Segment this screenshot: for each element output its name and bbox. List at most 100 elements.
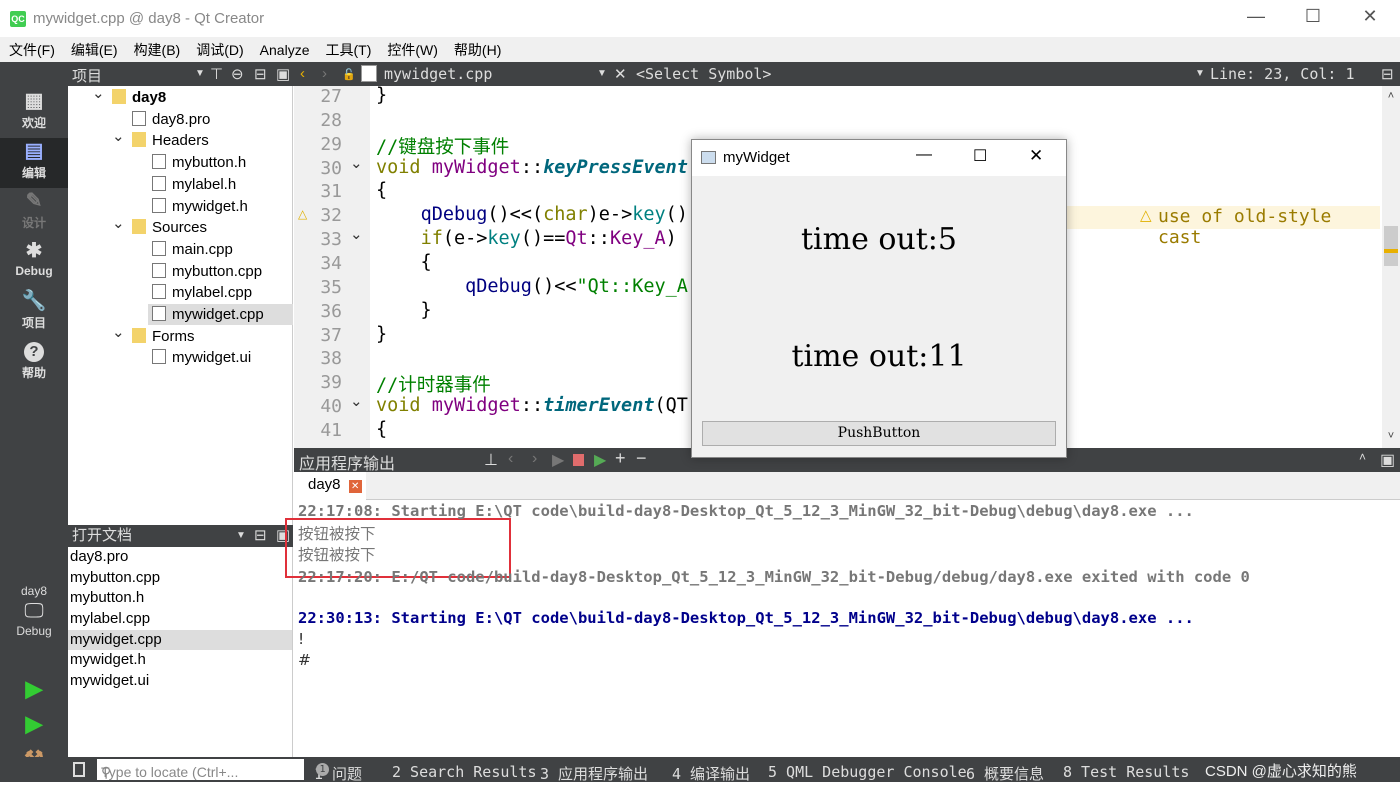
cursor-position[interactable]: Line: 23, Col: 1 — [1210, 65, 1355, 83]
chevron-down-icon[interactable]: ▼ — [1195, 68, 1205, 79]
menu-item[interactable]: 调试(D) — [187, 40, 250, 60]
tree-item[interactable]: mywidget.cpp — [148, 304, 293, 325]
tree-item[interactable]: mywidget.ui — [152, 347, 251, 368]
chevron-down-icon[interactable]: ⌄ — [112, 126, 125, 147]
tree-item[interactable]: mybutton.cpp — [152, 261, 262, 282]
stop-icon[interactable] — [573, 454, 584, 466]
mode-help[interactable]: ? 帮助 — [0, 338, 68, 388]
previous-icon[interactable]: ‹ — [508, 450, 513, 468]
open-document-item[interactable]: mywidget.ui — [68, 671, 292, 692]
wrench-icon: 🔧 — [21, 290, 47, 312]
fold-chevron-icon[interactable]: ⌄ — [350, 154, 363, 172]
back-icon[interactable]: ‹ — [300, 65, 305, 82]
menu-item[interactable]: 编辑(E) — [62, 40, 125, 60]
fold-chevron-icon[interactable]: ⌄ — [350, 225, 363, 243]
maximize-button[interactable]: ☐ — [973, 146, 987, 166]
open-document-item[interactable]: mywidget.cpp — [68, 629, 292, 651]
open-documents-list: day8.pro mybutton.cpp mybutton.h mylabel.cp… — [68, 547, 293, 757]
mode-edit[interactable]: ▤ 编辑 — [0, 138, 68, 188]
tree-item[interactable]: mylabel.cpp — [152, 282, 252, 303]
tab-label: 4 编译输出 — [672, 765, 751, 783]
close-file-icon[interactable]: ✕ — [614, 65, 627, 83]
link-icon[interactable]: ⊖ — [231, 65, 244, 83]
tree-item[interactable]: ⌄ Headers — [112, 128, 209, 151]
toggle-sidebar-icon[interactable] — [73, 762, 85, 777]
mode-pencil[interactable]: ✎ 设计 — [0, 188, 68, 238]
mode-grid[interactable]: ▦ 欢迎 — [0, 88, 68, 138]
run-icon[interactable]: ▶ — [552, 450, 564, 470]
menu-item[interactable]: 文件(F) — [0, 40, 62, 60]
open-document-item[interactable]: mybutton.h — [68, 588, 292, 609]
chevron-down-icon[interactable]: ⌄ — [92, 83, 105, 104]
menu-item[interactable]: 控件(W) — [378, 40, 445, 60]
editor-scrollbar[interactable]: ˄ ˅ — [1382, 86, 1400, 448]
menu-item[interactable]: Analyze — [251, 42, 317, 58]
line-number: 37 — [320, 324, 342, 346]
locate-input[interactable]: ⚲ Type to locate (Ctrl+... — [97, 759, 304, 780]
tree-item[interactable]: main.cpp — [152, 239, 233, 260]
mode-wrench[interactable]: 🔧 项目 — [0, 288, 68, 338]
monitor-icon: 🖵 — [24, 600, 44, 622]
tree-item[interactable]: ⌄ Forms — [112, 324, 195, 347]
application-output[interactable]: 22:17:08: Starting E:\QT code\build-day8… — [285, 500, 1400, 757]
split-icon[interactable]: ⊟ — [254, 65, 267, 83]
zoom-in-icon[interactable]: + — [615, 448, 626, 469]
close-panel-icon[interactable]: ▣ — [276, 65, 290, 83]
tree-item[interactable]: mybutton.h — [152, 152, 246, 173]
mode-label: 项目 — [21, 316, 46, 330]
menu-item[interactable]: 帮助(H) — [445, 40, 508, 60]
fold-chevron-icon[interactable]: ⌄ — [350, 392, 363, 410]
mode-bug[interactable]: ✱ Debug — [0, 238, 68, 288]
filter-icon[interactable]: ⊤ — [210, 65, 223, 83]
close-button[interactable]: ✕ — [1029, 146, 1043, 166]
symbol-selector[interactable]: <Select Symbol> — [636, 65, 771, 83]
zoom-out-icon[interactable]: − — [636, 448, 647, 469]
kit-selector[interactable]: day8 🖵 Debug — [0, 584, 68, 638]
tree-item[interactable]: mylabel.h — [152, 174, 236, 195]
tree-item[interactable]: day8.pro — [132, 109, 210, 130]
forward-icon[interactable]: › — [322, 65, 327, 82]
code-line: qDebug()<<"Qt::Key_A — [376, 276, 688, 297]
code-token: Key_A — [609, 228, 666, 250]
kit-name: day8 — [20, 584, 48, 598]
problem-count-badge: 1 — [316, 763, 329, 776]
code-token: () — [665, 204, 688, 226]
open-document-item[interactable]: mywidget.h — [68, 650, 292, 671]
chevron-down-icon[interactable]: ⌄ — [112, 213, 125, 234]
toolbar: 项目 ▼ ⊤ ⊖ ⊟ ▣ ‹ › 🔓 mywidget.cpp ▼ ✕ <Sel… — [0, 62, 1400, 86]
menu-item[interactable]: 构建(B) — [125, 40, 188, 60]
split-icon[interactable]: ⊟ — [254, 525, 267, 547]
code-token: //键盘按下事件 — [376, 136, 510, 158]
open-document-item[interactable]: mylabel.cpp — [68, 609, 292, 630]
tree-item[interactable]: ⌄ Sources — [112, 215, 207, 238]
open-document-item[interactable]: day8.pro — [68, 547, 292, 568]
push-button[interactable]: PushButton — [702, 421, 1056, 446]
chevron-down-icon[interactable]: ▼ — [597, 68, 607, 79]
code-line: void myWidget::keyPressEvent — [376, 157, 688, 178]
tree-item[interactable]: mywidget.h — [152, 196, 248, 217]
tree-item[interactable]: ⌄ day8 — [92, 85, 167, 108]
tree-item-label: day8 — [132, 89, 167, 106]
code-line: qDebug()<<(char)e->key() — [376, 204, 688, 225]
open-document-item[interactable]: mybutton.cpp — [68, 568, 292, 589]
close-pane-icon[interactable]: ▣ — [1380, 450, 1395, 470]
debug-run-icon[interactable]: ▶ — [594, 450, 606, 470]
menu-bar: 文件(F) 编辑(E) 构建(B) 调试(D) Analyze 工具(T) 控件(W) 帮助(… — [0, 37, 1400, 62]
close-button[interactable]: ✕ — [1358, 6, 1382, 30]
menu-item[interactable]: 工具(T) — [316, 40, 378, 60]
minimize-button[interactable]: — — [916, 146, 932, 164]
code-token: { — [376, 419, 388, 441]
current-file[interactable]: mywidget.cpp — [384, 65, 492, 83]
chevron-down-icon[interactable]: ▼ — [195, 68, 205, 79]
tree-item-label: mylabel.h — [172, 175, 237, 193]
maximize-button[interactable]: ☐ — [1301, 6, 1325, 30]
split-icon[interactable]: ⊟ — [1381, 65, 1394, 83]
output-tab-day8[interactable]: day8 ✕ — [294, 472, 366, 500]
clean-icon[interactable]: ⊥ — [484, 450, 498, 470]
next-icon[interactable]: › — [532, 450, 537, 468]
chevron-down-icon[interactable]: ⌄ — [112, 322, 125, 343]
maximize-pane-icon[interactable]: ˄ — [1359, 450, 1366, 464]
close-tab-icon[interactable]: ✕ — [348, 480, 362, 493]
chevron-down-icon[interactable]: ▼ — [236, 525, 246, 547]
minimize-button[interactable]: — — [1244, 6, 1268, 30]
